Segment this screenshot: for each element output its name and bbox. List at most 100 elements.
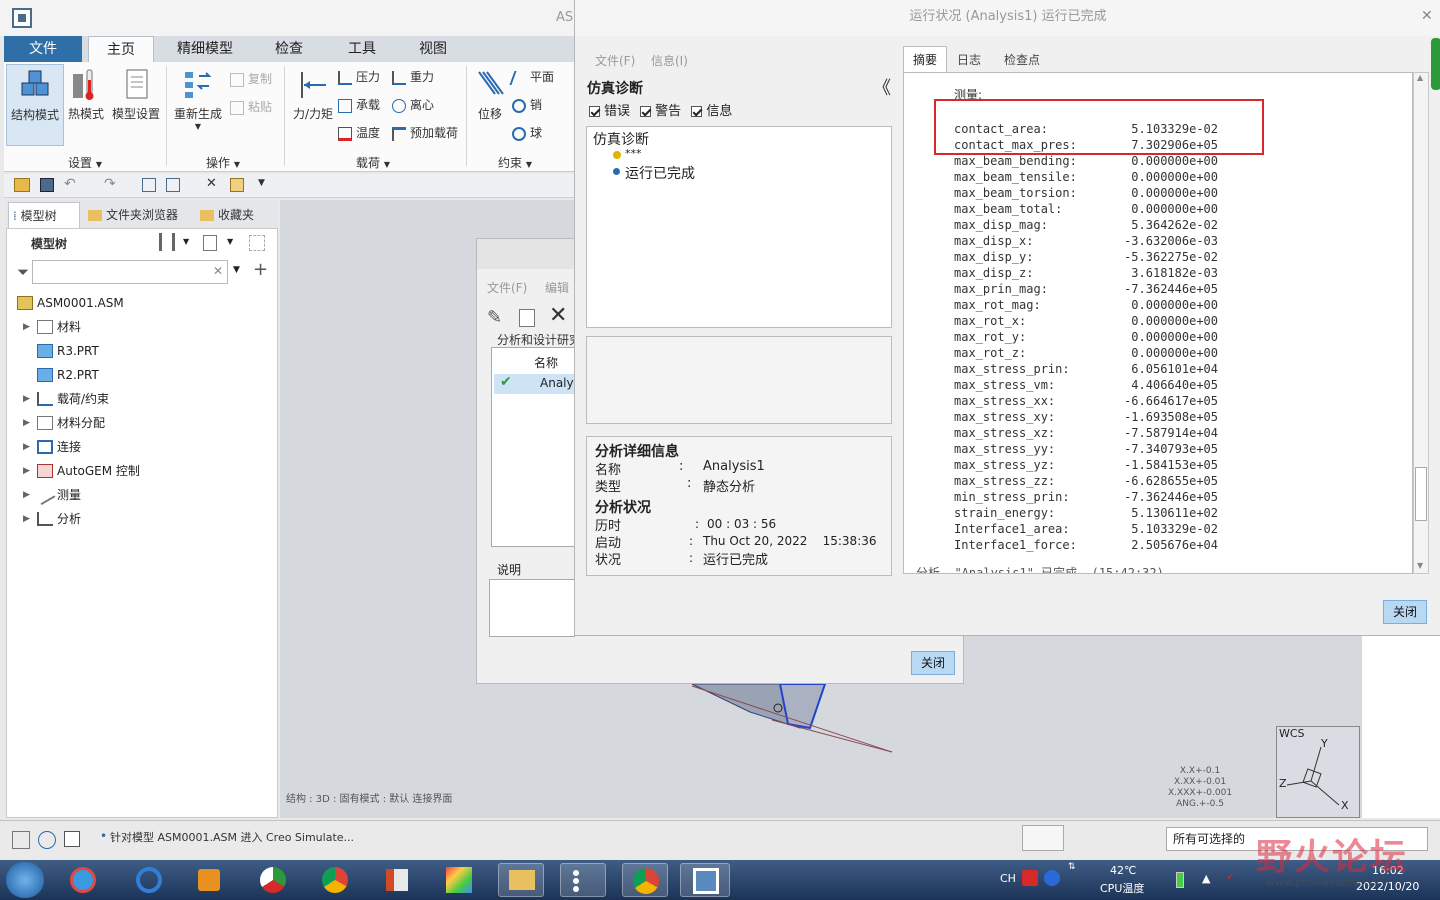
taskbar-app-icon[interactable] [250,863,296,897]
menu-edit[interactable]: 编辑 [545,279,569,296]
paste-button[interactable]: 粘贴 [230,98,272,115]
taskbar-media-icon[interactable] [186,863,232,897]
group-operations[interactable]: 操作 ▼ [206,154,240,171]
tab-model-tree[interactable]: ⁞ 模型树 [8,202,80,228]
force-moment-button[interactable]: 力/力矩 [288,64,338,146]
expand-icon[interactable]: ▶ [23,315,30,339]
menu-file[interactable]: 文件(F) [487,279,527,296]
temperature-button[interactable]: 温度 [338,124,380,141]
tab-view[interactable]: 视图 [400,36,466,62]
tab-summary[interactable]: 摘要 [903,46,947,72]
tree-item-analyses[interactable]: ▶ 分析 [7,507,267,531]
chevron-down-icon[interactable]: ▼ [227,237,233,246]
tree-item-connections[interactable]: ▶ 连接 [7,435,267,459]
list-item[interactable]: 运行已完成 [625,163,695,183]
regenerate-dropdown-icon[interactable]: ▼ [170,122,226,131]
input-language[interactable]: CH [1000,872,1016,885]
group-loads[interactable]: 载荷 ▼ [356,154,390,171]
taskbar-creo-icon[interactable] [680,863,730,897]
pin-button[interactable]: 销 [512,96,542,113]
add-icon[interactable]: + [253,259,268,280]
tree-item-loads-constraints[interactable]: ▶ 载荷/约束 [7,387,267,411]
bearing-button[interactable]: 承载 [338,96,380,113]
taskbar-explorer-icon[interactable] [498,863,544,897]
warning-checkbox[interactable]: 警告 [640,104,681,119]
thermal-mode-button[interactable]: 热模式 [64,64,108,146]
centrifugal-button[interactable]: 离心 [392,96,434,113]
regenerate-button[interactable]: 重新生成 ▼ [170,64,226,146]
tray-app-icon[interactable]: ✓ [1226,870,1235,883]
tree-item-measures[interactable]: ▶ 测量 [7,483,267,507]
tree-settings-icon[interactable] [159,233,175,251]
copy-analysis-icon[interactable] [519,309,535,327]
app-icon[interactable] [12,8,32,28]
analyses-close-button[interactable]: 关闭 [911,651,955,675]
model-setup-button[interactable]: 模型设置 [108,64,164,146]
switch-window-icon[interactable] [230,178,244,192]
close-window-icon[interactable]: ✕ [206,176,217,191]
structure-mode-button[interactable]: 结构模式 [6,64,64,146]
tab-file[interactable]: 文件 [4,36,82,62]
close-icon[interactable]: ✕ [1421,8,1433,24]
scroll-thumb[interactable] [1415,467,1427,521]
diagnostics-list[interactable]: 仿真诊断 *** 运行已完成 [586,126,892,328]
description-textarea[interactable] [489,579,575,637]
tree-item-material-assignment[interactable]: ▶ 材料分配 [7,411,267,435]
tab-tools[interactable]: 工具 [328,36,396,62]
summary-scrollbar[interactable]: ▲ ▼ [1413,72,1429,574]
group-constraints[interactable]: 约束 ▼ [498,154,532,171]
copy-button[interactable]: 复制 [230,70,272,87]
chevron-down-icon[interactable]: ▼ [183,237,189,246]
taskbar-app-icon[interactable] [60,863,106,897]
tree-item-materials[interactable]: ▶ 材料 [7,315,267,339]
tree-item-root[interactable]: ASM0001.ASM [7,291,267,315]
taskbar-chrome-2-icon[interactable] [622,863,668,897]
collapse-icon[interactable]: 《 [873,74,891,100]
list-item[interactable]: *** [625,147,642,160]
menu-file[interactable]: 文件(F) [595,52,635,69]
tray-arrows-icon[interactable]: ⇅ [1068,862,1076,872]
browser-toggle-icon[interactable] [38,831,56,849]
expand-icon[interactable]: ▶ [23,507,30,531]
tab-home[interactable]: 主页 [88,36,154,62]
info-checkbox[interactable]: 信息 [691,104,732,119]
tab-inspect[interactable]: 检查 [256,36,322,62]
windows-icon[interactable] [166,178,180,192]
clear-icon[interactable]: ✕ [213,264,223,278]
tree-filter-icon[interactable] [249,235,265,251]
tree-item-autogem[interactable]: ▶ AutoGEM 控制 [7,459,267,483]
tree-item-r3[interactable]: R3.PRT [7,339,267,363]
navigator-toggle-icon[interactable] [12,831,30,849]
customize-dropdown-icon[interactable]: ▼ [258,178,265,188]
expand-icon[interactable]: ▶ [23,387,30,411]
tab-folder-browser[interactable]: 文件夹浏览器 [84,202,192,228]
scroll-down-icon[interactable]: ▼ [1417,561,1423,570]
edit-pencil-icon[interactable]: ✎ [487,307,502,328]
run-status-close-button[interactable]: 关闭 [1383,600,1427,624]
tab-favorites[interactable]: 收藏夹 [196,202,266,228]
tree-item-r2[interactable]: R2.PRT [7,363,267,387]
plane-button[interactable]: 平面 [509,68,554,85]
help-icon[interactable] [1044,870,1060,886]
undo-icon[interactable]: ↶ [64,176,76,192]
battery-icon[interactable] [1176,872,1184,888]
group-setup[interactable]: 设置 ▼ [68,154,102,171]
show-hidden-icon[interactable]: ▲ [1202,872,1210,885]
col-name-header[interactable]: 名称 [534,354,558,371]
ball-button[interactable]: 球 [512,124,542,141]
sogou-icon[interactable] [1022,870,1038,886]
tab-refine-model[interactable]: 精细模型 [160,36,250,62]
outer-scroll-thumb[interactable] [1431,38,1440,90]
taskbar-paint-icon[interactable] [436,863,482,897]
tab-log[interactable]: 日志 [949,48,989,72]
find-binoculars-icon[interactable] [1022,825,1064,851]
open-icon[interactable] [14,178,30,192]
filter-icon[interactable]: ⏷ [17,263,29,281]
preload-button[interactable]: 预加载荷 [392,124,458,141]
taskbar-ie-icon[interactable] [126,863,172,897]
displacement-button[interactable]: 位移 [470,64,510,146]
error-checkbox[interactable]: 错误 [589,104,630,119]
expand-icon[interactable]: ▶ [23,411,30,435]
expand-icon[interactable]: ▶ [23,483,30,507]
pressure-button[interactable]: 压力 [338,68,380,85]
